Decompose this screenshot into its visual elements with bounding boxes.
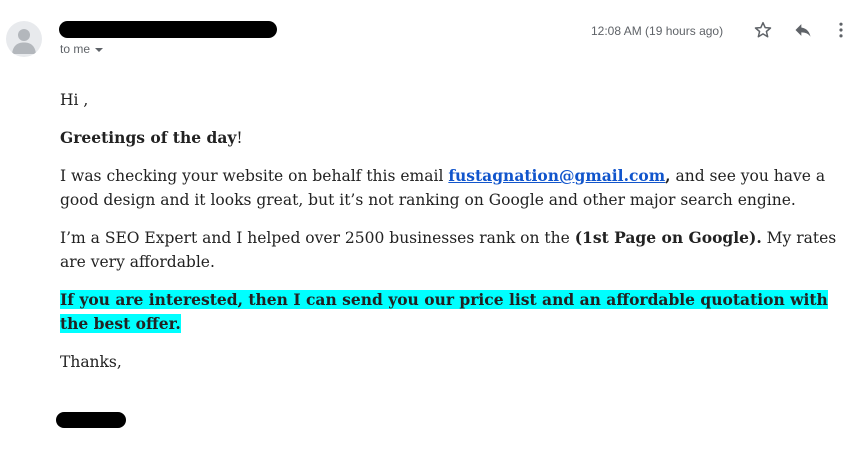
message-body: Hi , Greetings of the day! I was checkin… [60, 88, 852, 388]
greeting-end: ! [236, 129, 243, 147]
more-options-button[interactable] [829, 18, 853, 42]
to-label: to me [60, 42, 91, 56]
reply-icon [795, 24, 811, 37]
para2-bold: (1st Page on Google). [574, 228, 762, 247]
reply-button[interactable] [791, 18, 815, 42]
para2-start: I’m a SEO Expert and I helped over 2500 … [60, 229, 575, 247]
sender-name-redacted [59, 21, 277, 38]
paragraph-seo: I’m a SEO Expert and I helped over 2500 … [60, 226, 852, 274]
paragraph-offer: If you are interested, then I can send y… [60, 288, 852, 336]
greeting-bold: Greetings of the day [60, 128, 237, 147]
more-vert-icon [839, 22, 843, 38]
paragraph-website: I was checking your website on behalf th… [60, 164, 852, 212]
message-timestamp: 12:08 AM (19 hours ago) [591, 24, 724, 38]
greeting-paragraph: Greetings of the day! [60, 126, 852, 150]
star-icon [754, 21, 772, 38]
person-avatar-icon [12, 29, 36, 54]
closing: Thanks, [60, 353, 122, 371]
sender-avatar[interactable] [6, 21, 42, 57]
para1-start: I was checking your website on behalf th… [60, 167, 449, 185]
star-button[interactable] [751, 18, 775, 42]
recipient-line[interactable]: to me [60, 42, 104, 56]
chevron-down-icon[interactable] [95, 47, 104, 52]
signature-redacted [56, 412, 126, 428]
salutation: Hi , [60, 91, 89, 109]
highlighted-offer: If you are interested, then I can send y… [60, 290, 828, 333]
email-link[interactable]: fustagnation@gmail.com [448, 166, 665, 185]
